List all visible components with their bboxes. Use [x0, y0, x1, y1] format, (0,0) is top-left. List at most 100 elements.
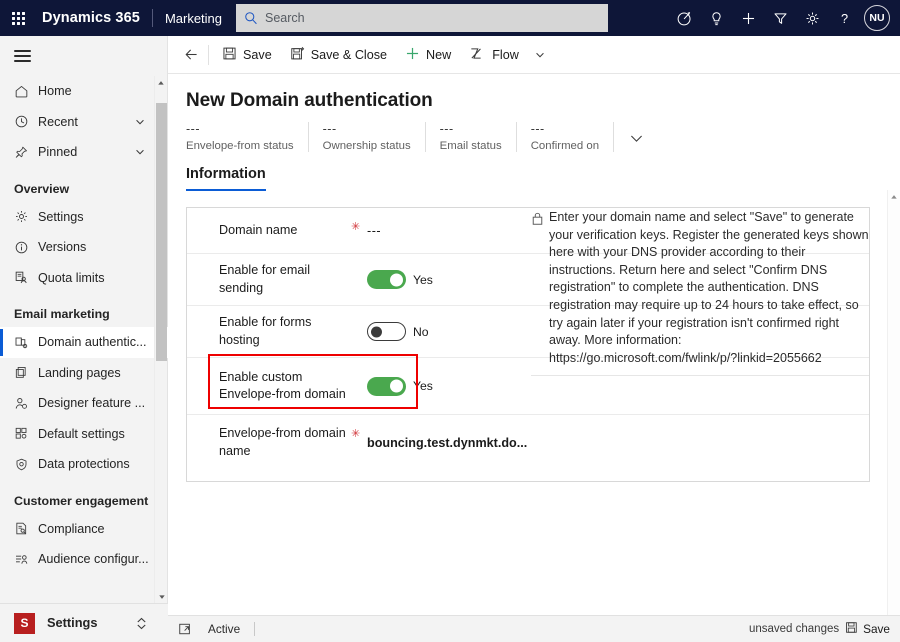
- unsaved-changes-text: unsaved changes: [748, 623, 840, 635]
- sidebar-item-label: Audience configur...: [38, 552, 149, 567]
- sidebar-item-label: Quota limits: [38, 270, 105, 285]
- hamburger-icon[interactable]: [0, 36, 44, 76]
- sidebar-scrollbar[interactable]: [154, 76, 167, 603]
- sidebar-item-quota-limits[interactable]: Quota limits: [0, 263, 168, 294]
- field-value[interactable]: bouncing.test.dynmkt.do...: [367, 436, 527, 450]
- save-close-icon: [290, 46, 305, 64]
- flow-button-label: Flow: [492, 47, 519, 62]
- app-badge: S: [14, 612, 35, 634]
- domain-auth-icon: [14, 335, 38, 350]
- info-panel: Enter your domain name and select "Save"…: [531, 209, 869, 377]
- compliance-icon: [14, 521, 38, 536]
- command-overflow-chevron-icon[interactable]: [528, 36, 552, 74]
- record-state: Active: [208, 622, 241, 636]
- page-title: New Domain authentication: [186, 90, 433, 111]
- command-divider: [208, 44, 209, 65]
- waffle-icon[interactable]: [0, 0, 36, 36]
- new-button[interactable]: New: [396, 36, 460, 74]
- sidebar-item-pinned[interactable]: Pinned: [0, 137, 168, 168]
- clock-icon: [14, 114, 38, 129]
- sidebar-item-versions[interactable]: Versions: [0, 232, 168, 263]
- expand-icon[interactable]: [178, 622, 192, 636]
- diamond-chevron-icon[interactable]: [135, 616, 148, 631]
- sidebar-item-label: Home: [38, 84, 72, 99]
- sidebar-item-landing-pages[interactable]: Landing pages: [0, 358, 168, 389]
- sidebar-item-label: Designer feature ...: [38, 396, 146, 411]
- field-row-envelope-from-domain-name[interactable]: Envelope-from domain name ✳ bouncing.tes…: [187, 415, 869, 470]
- scroll-down-icon[interactable]: [155, 590, 168, 603]
- required-spacer: [351, 254, 367, 266]
- sidebar-app-switcher[interactable]: S Settings: [0, 603, 168, 642]
- filter-icon[interactable]: [764, 0, 796, 36]
- header-field-label: Email status: [439, 140, 502, 152]
- scrollbar-thumb[interactable]: [156, 103, 167, 361]
- shield-icon: [14, 457, 38, 472]
- toggle-knob: [370, 326, 382, 337]
- sidebar-scroll-region: Home Recent Pinned Overview Settings Ver…: [0, 76, 168, 603]
- tab-information[interactable]: Information: [186, 166, 266, 191]
- sidebar-item-domain-authentication[interactable]: Domain authentic...: [0, 327, 168, 358]
- sidebar-item-recent[interactable]: Recent: [0, 107, 168, 138]
- command-bar: Save Save & Close New Flow: [168, 36, 900, 74]
- sidebar-item-home[interactable]: Home: [0, 76, 168, 107]
- sidebar-item-compliance[interactable]: Compliance: [0, 514, 168, 545]
- sidebar-item-data-protections[interactable]: Data protections: [0, 449, 168, 480]
- save-icon: [845, 621, 858, 637]
- sidebar-item-label: Data protections: [38, 457, 130, 472]
- header-field-label: Confirmed on: [530, 140, 600, 152]
- sidebar-item-audience-configuration[interactable]: Audience configur...: [0, 544, 168, 575]
- toggle-group[interactable]: Yes: [367, 270, 433, 289]
- flow-button[interactable]: Flow: [460, 36, 528, 74]
- field-value[interactable]: ---: [367, 224, 381, 238]
- toggle-enable-for-forms-hosting[interactable]: [367, 322, 406, 341]
- save-icon: [222, 46, 237, 64]
- toggle-knob: [390, 379, 403, 393]
- toggle-group[interactable]: Yes: [367, 376, 433, 396]
- chevron-down-icon[interactable]: [134, 146, 146, 158]
- status-actions: unsaved changes Save: [749, 621, 890, 637]
- header-field-ownership-status: --- Ownership status: [323, 122, 426, 152]
- toggle-enable-custom-envelope-from-domain[interactable]: [367, 376, 406, 396]
- scrollbar-track[interactable]: [156, 89, 167, 590]
- sidebar: Home Recent Pinned Overview Settings Ver…: [0, 36, 168, 642]
- app-name: Marketing: [164, 10, 223, 26]
- status-save-button[interactable]: Save: [845, 621, 890, 637]
- header-field-value: ---: [186, 122, 200, 136]
- toggle-state-label: Yes: [413, 272, 433, 287]
- status-save-label: Save: [863, 622, 890, 636]
- lightbulb-icon[interactable]: [700, 0, 732, 36]
- field-label: Domain name: [219, 222, 298, 237]
- default-settings-icon: [14, 426, 38, 441]
- header-field-label: Envelope-from status: [186, 140, 294, 152]
- app-switcher-label: Settings: [47, 615, 98, 631]
- required-asterisk: ✳: [351, 221, 361, 233]
- sidebar-item-designer-feature[interactable]: Designer feature ...: [0, 388, 168, 419]
- scroll-up-icon[interactable]: [888, 190, 900, 203]
- sidebar-group-customer-engagement: Customer engagement: [14, 493, 149, 508]
- plus-icon[interactable]: [732, 0, 764, 36]
- search-box[interactable]: Search: [236, 4, 608, 32]
- save-and-close-button[interactable]: Save & Close: [281, 36, 396, 74]
- dynamics-365-window: Dynamics 365 Marketing Search ? NU Home …: [0, 0, 900, 642]
- scroll-up-icon[interactable]: [155, 76, 167, 89]
- header-field-value: ---: [530, 122, 545, 136]
- avatar[interactable]: NU: [864, 5, 890, 31]
- help-icon[interactable]: ?: [828, 0, 860, 36]
- gear-icon: [14, 209, 38, 224]
- sidebar-item-settings[interactable]: Settings: [0, 202, 168, 233]
- assistant-target-icon[interactable]: [668, 0, 700, 36]
- quota-icon: [14, 270, 38, 285]
- save-button[interactable]: Save: [213, 36, 281, 74]
- toggle-group[interactable]: No: [367, 322, 429, 341]
- field-label: Enable for forms hosting: [219, 315, 312, 347]
- required-spacer: [351, 306, 367, 318]
- back-arrow-icon[interactable]: [174, 36, 208, 74]
- header-field-value: ---: [439, 122, 454, 136]
- chevron-down-icon[interactable]: [134, 116, 146, 128]
- sidebar-group-email-marketing: Email marketing: [14, 307, 110, 321]
- gear-icon[interactable]: [796, 0, 828, 36]
- main-scrollbar[interactable]: [887, 190, 900, 630]
- toggle-enable-for-email-sending[interactable]: [367, 270, 406, 289]
- sidebar-item-default-settings[interactable]: Default settings: [0, 419, 168, 450]
- header-expand-chevron-icon[interactable]: [628, 122, 645, 147]
